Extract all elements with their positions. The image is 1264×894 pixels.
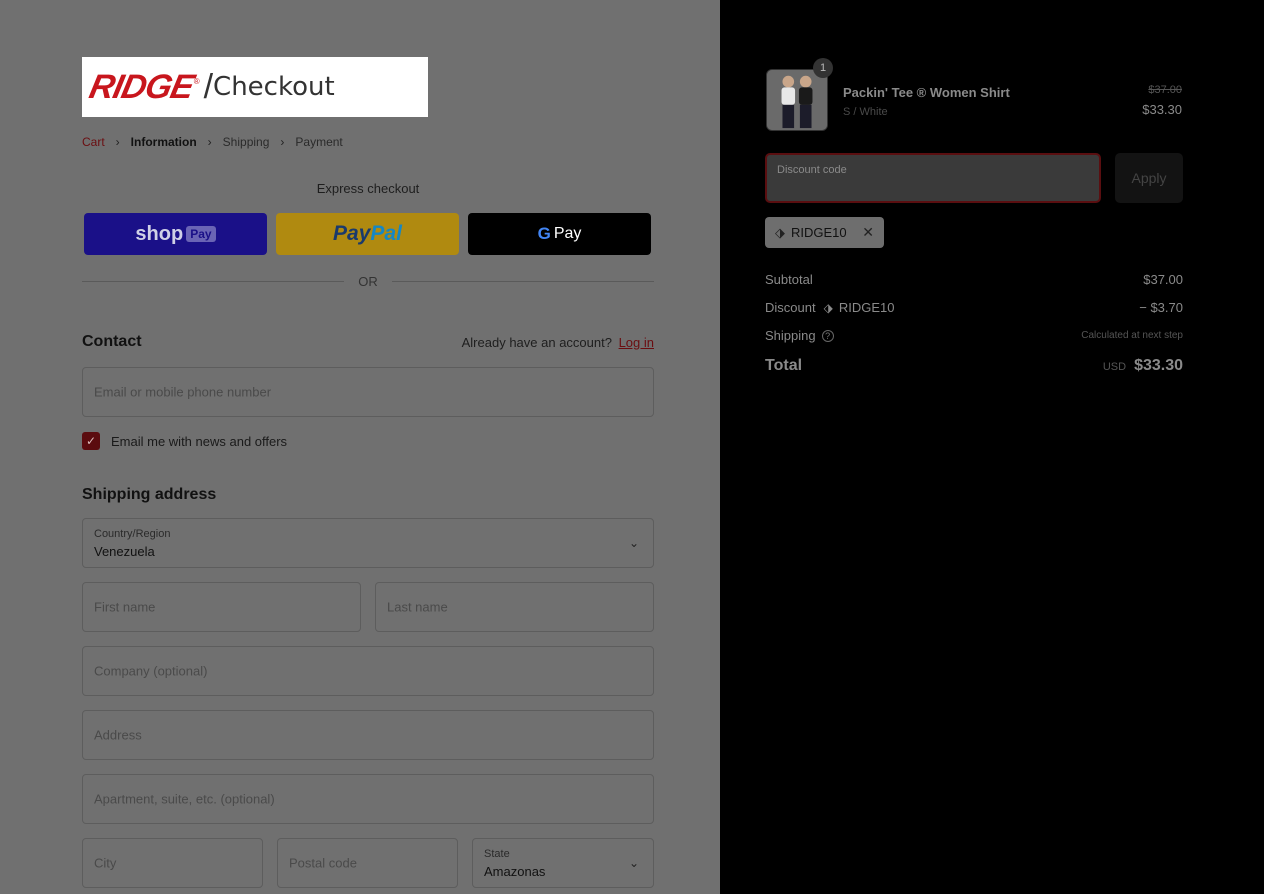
logo-checkout-text: Checkout: [213, 72, 335, 102]
first-name-field[interactable]: First name: [82, 582, 361, 632]
country-select[interactable]: Country/Region Venezuela ⌄: [82, 518, 654, 568]
company-field[interactable]: Company (optional): [82, 646, 654, 696]
discount-code-input[interactable]: Discount code: [765, 153, 1101, 203]
breadcrumb-payment: Payment: [295, 135, 343, 149]
checkmark-icon: ✓: [85, 434, 97, 448]
divider-line: [82, 281, 345, 282]
total-amount: USD $33.30: [1103, 357, 1183, 375]
google-pay-text: Pay: [553, 225, 582, 242]
tag-icon: ⬗: [823, 300, 833, 315]
subtotal-row: Subtotal $37.00: [765, 272, 1183, 287]
remove-discount-icon[interactable]: ✕: [862, 224, 874, 241]
newsletter-label: Email me with news and offers: [111, 433, 288, 449]
discount-value: − $3.70: [1139, 300, 1183, 315]
shipping-value: Calculated at next step: [1081, 330, 1183, 341]
total-label: Total: [765, 357, 803, 374]
country-value: Venezuela: [94, 544, 155, 559]
total-row: Total USD $33.30: [765, 357, 1183, 375]
chevron-down-icon: ⌄: [628, 536, 639, 550]
breadcrumb: Cart › Information › Shipping › Payment: [82, 135, 343, 149]
google-pay-button[interactable]: G Pay: [468, 213, 651, 255]
contact-heading: Contact: [82, 333, 142, 350]
paypal-text-pal: Pal: [370, 222, 402, 245]
state-label: State: [484, 848, 510, 860]
product-image: [767, 70, 827, 130]
shipping-label: Shipping: [765, 328, 816, 343]
store-logo[interactable]: RIDGE ® / Checkout: [82, 57, 428, 117]
breadcrumb-cart[interactable]: Cart: [82, 135, 105, 149]
or-divider: OR: [82, 274, 654, 289]
product-price: $33.30: [1142, 102, 1182, 117]
city-field[interactable]: City: [82, 838, 263, 888]
product-variant: S / White: [843, 106, 888, 118]
address-placeholder: Address: [94, 727, 142, 743]
first-name-placeholder: First name: [94, 599, 156, 615]
apartment-placeholder: Apartment, suite, etc. (optional): [94, 791, 275, 807]
last-name-placeholder: Last name: [387, 599, 448, 615]
shop-pay-text: shop: [135, 222, 184, 245]
apply-discount-button[interactable]: Apply: [1115, 153, 1183, 203]
paypal-text-pay: Pay: [333, 222, 371, 245]
account-prompt-text: Already have an account?: [461, 335, 612, 350]
address-field[interactable]: Address: [82, 710, 654, 760]
checkout-form-panel: RIDGE ® / Checkout Cart › Information › …: [0, 0, 720, 894]
currency-code: USD: [1102, 361, 1127, 373]
shipping-address-heading: Shipping address: [82, 486, 217, 503]
state-value: Amazonas: [484, 864, 546, 879]
last-name-field[interactable]: Last name: [375, 582, 654, 632]
city-placeholder: City: [94, 855, 117, 871]
shop-pay-button[interactable]: shop Pay: [84, 213, 267, 255]
newsletter-checkbox[interactable]: ✓: [82, 432, 100, 450]
quantity-badge: 1: [813, 58, 833, 78]
order-summary-panel: [720, 0, 1264, 894]
tag-icon: ⬗: [775, 224, 785, 240]
paypal-button[interactable]: Pay Pal: [276, 213, 459, 255]
subtotal-value: $37.00: [1143, 272, 1183, 287]
applied-discount-code: RIDGE10: [791, 225, 847, 240]
chevron-down-icon: ⌄: [628, 856, 639, 870]
breadcrumb-shipping: Shipping: [222, 135, 270, 149]
state-select[interactable]: State Amazonas ⌄: [472, 838, 654, 888]
google-g-icon: G: [537, 224, 551, 243]
breadcrumb-information: Information: [130, 135, 197, 149]
discount-label: Discount: [765, 300, 816, 315]
product-original-price: $37.00: [1148, 84, 1182, 96]
chevron-right-icon: ›: [207, 135, 212, 149]
shipping-row: Shipping ? Calculated at next step: [765, 328, 1183, 343]
email-field[interactable]: Email or mobile phone number: [82, 367, 654, 417]
shop-pay-pill: Pay: [186, 226, 216, 242]
apartment-field[interactable]: Apartment, suite, etc. (optional): [82, 774, 654, 824]
product-thumbnail: [766, 69, 828, 131]
discount-code-label: Discount code: [777, 164, 847, 176]
account-prompt: Already have an account? Log in: [462, 335, 654, 350]
applied-discount-chip: ⬗ RIDGE10 ✕: [765, 217, 884, 248]
newsletter-row[interactable]: ✓ Email me with news and offers: [82, 432, 287, 450]
chevron-right-icon: ›: [115, 135, 120, 149]
divider-line: [391, 281, 654, 282]
logo-slash: /: [203, 67, 214, 106]
express-checkout-label: Express checkout: [316, 181, 420, 196]
discount-code-inline: RIDGE10: [838, 300, 895, 315]
chevron-right-icon: ›: [280, 135, 285, 149]
email-placeholder: Email or mobile phone number: [94, 384, 272, 400]
company-placeholder: Company (optional): [94, 663, 208, 679]
product-name: Packin' Tee ® Women Shirt: [843, 85, 1010, 100]
total-value: $33.30: [1134, 357, 1183, 374]
login-link[interactable]: Log in: [619, 335, 654, 350]
discount-row: Discount ⬗ RIDGE10 − $3.70: [765, 300, 1183, 315]
postal-code-field[interactable]: Postal code: [277, 838, 458, 888]
country-label: Country/Region: [94, 528, 171, 540]
postal-code-placeholder: Postal code: [289, 855, 357, 871]
or-text: OR: [358, 274, 378, 289]
logo-brand: RIDGE: [86, 67, 197, 106]
subtotal-label: Subtotal: [765, 272, 813, 287]
help-icon[interactable]: ?: [821, 329, 834, 342]
